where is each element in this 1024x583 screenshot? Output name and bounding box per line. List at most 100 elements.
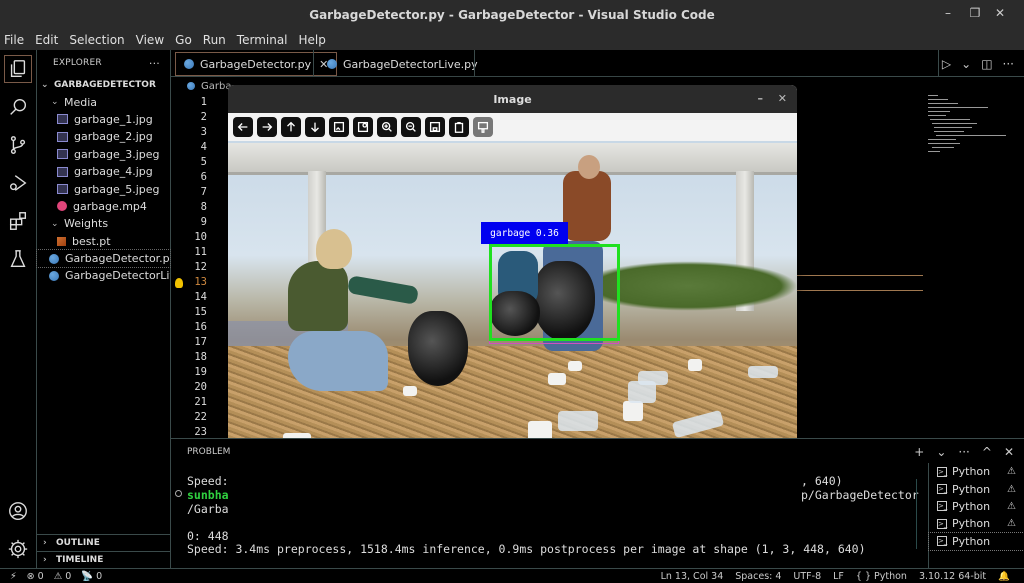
notifications-bell-icon[interactable]: 🔔 <box>998 571 1010 582</box>
folder-weights[interactable]: ⌄ Weights <box>37 215 170 232</box>
split-editor-icon[interactable]: ◫ <box>981 57 992 71</box>
indentation[interactable]: Spaces: 4 <box>735 571 781 582</box>
terminal-tab-python[interactable]: >_ Python ⚠ <box>929 463 1024 480</box>
menu-terminal[interactable]: Terminal <box>237 33 288 47</box>
file-item[interactable]: garbage_5.jpeg <box>37 180 170 197</box>
current-line-highlight <box>797 275 923 276</box>
outline-label: OUTLINE <box>56 538 100 548</box>
tab-label: GarbageDetectorLive.py <box>343 57 478 71</box>
ports-count[interactable]: 📡 0 <box>81 571 102 582</box>
line-number: 5 <box>200 156 207 168</box>
settings-gear-icon[interactable] <box>4 535 32 563</box>
zoom-in-icon[interactable] <box>377 117 397 137</box>
menu-view[interactable]: View <box>136 33 164 47</box>
run-menu-chevron-icon[interactable]: ⌄ <box>961 57 971 71</box>
run-debug-icon[interactable] <box>4 169 32 197</box>
folder-media[interactable]: ⌄ Media <box>37 93 170 110</box>
maximize-panel-icon[interactable]: ^ <box>982 445 992 459</box>
testing-icon[interactable] <box>4 245 32 273</box>
terminal-line: Speed: 3.4ms preprocess, 1518.4ms infere… <box>187 542 866 556</box>
breadcrumb-file[interactable]: Garba <box>201 81 231 92</box>
language-mode[interactable]: { } Python <box>856 571 907 582</box>
menu-file[interactable]: File <box>4 33 24 47</box>
zoom-out-icon[interactable] <box>401 117 421 137</box>
menu-edit[interactable]: Edit <box>35 33 58 47</box>
tab-label: GarbageDetector.py <box>200 57 312 71</box>
status-bar: ⚡ ⊗ 0 ⚠ 0 📡 0 Ln 13, Col 34 Spaces: 4 UT… <box>0 568 1024 583</box>
editor-tab-bar: GarbageDetector.py ✕ GarbageDetectorLive… <box>171 50 1024 77</box>
menu-run[interactable]: Run <box>203 33 226 47</box>
minimap[interactable] <box>928 95 1008 185</box>
more-actions-icon[interactable]: ··· <box>1003 57 1014 71</box>
search-icon[interactable] <box>4 93 32 121</box>
timeline-section[interactable]: › TIMELINE <box>37 551 171 568</box>
maximize-button[interactable]: ❐ <box>965 6 985 20</box>
menu-go[interactable]: Go <box>175 33 192 47</box>
file-item[interactable]: GarbageDetectorLiv... <box>37 267 170 284</box>
warnings-count[interactable]: ⚠ 0 <box>54 571 72 582</box>
menu-help[interactable]: Help <box>299 33 326 47</box>
terminal-tab-python[interactable]: >_ Python ⚠ <box>929 498 1024 515</box>
terminal-tab-python[interactable]: >_ Python ⚠ <box>929 480 1024 497</box>
terminal-scrollbar[interactable] <box>916 479 919 549</box>
workspace-root[interactable]: ⌄ GARBAGEDETECTOR <box>37 76 170 93</box>
end-of-line[interactable]: LF <box>833 571 844 582</box>
image-window-minimize-button[interactable]: – <box>758 92 764 105</box>
close-panel-icon[interactable]: ✕ <box>1004 445 1014 459</box>
account-icon[interactable] <box>4 497 32 525</box>
photo-person-front-jeans <box>288 331 388 391</box>
lightbulb-icon[interactable] <box>175 278 183 288</box>
panel-actions: + ⌄ ··· ^ ✕ <box>914 445 1014 459</box>
file-item[interactable]: garbage_2.jpg <box>37 128 170 145</box>
pan-up-icon[interactable] <box>281 117 301 137</box>
minimize-button[interactable]: – <box>938 6 958 20</box>
explorer-icon[interactable] <box>4 55 32 83</box>
file-item[interactable]: garbage_1.jpg <box>37 111 170 128</box>
explorer-more-button[interactable]: ··· <box>149 57 160 70</box>
copy-clipboard-icon[interactable] <box>449 117 469 137</box>
image-toolbar <box>228 113 797 141</box>
terminal-label: Python <box>952 465 991 479</box>
zoom-fit-icon[interactable] <box>329 117 349 137</box>
terminal-tab-python-active[interactable]: >_ Python <box>928 531 1024 551</box>
menu-selection[interactable]: Selection <box>69 33 124 47</box>
outline-section[interactable]: › OUTLINE <box>37 534 171 551</box>
new-terminal-icon[interactable]: + <box>914 445 924 459</box>
extensions-icon[interactable] <box>4 207 32 235</box>
run-icon[interactable]: ▷ <box>942 57 951 71</box>
line-number: 17 <box>194 336 207 348</box>
tab-problems[interactable]: PROBLEM <box>187 447 230 457</box>
folder-label: Media <box>64 95 98 109</box>
terminal-tab-python[interactable]: >_ Python ⚠ <box>929 515 1024 532</box>
python-interpreter[interactable]: 3.10.12 64-bit <box>919 571 986 582</box>
save-icon[interactable] <box>425 117 445 137</box>
pan-right-icon[interactable] <box>257 117 277 137</box>
properties-icon[interactable] <box>473 117 493 137</box>
line-number: 22 <box>194 411 207 423</box>
source-control-icon[interactable] <box>4 131 32 159</box>
pan-down-icon[interactable] <box>305 117 325 137</box>
pan-left-icon[interactable] <box>233 117 253 137</box>
image-window-titlebar[interactable]: Image – ✕ <box>228 85 797 113</box>
terminal-label: Python <box>952 517 991 531</box>
panel-more-icon[interactable]: ··· <box>958 445 969 459</box>
photo-person-front-head <box>316 229 352 269</box>
image-window-close-button[interactable]: ✕ <box>778 92 787 105</box>
line-number: 6 <box>200 171 207 183</box>
file-item[interactable]: garbage_3.jpeg <box>37 146 170 163</box>
folder-label: Weights <box>64 217 109 231</box>
zoom-actual-icon[interactable] <box>353 117 373 137</box>
tab-garbagedetectorlive[interactable]: GarbageDetectorLive.py <box>319 52 486 76</box>
file-item[interactable]: garbage.mp4 <box>37 198 170 215</box>
remote-indicator-icon[interactable]: ⚡ <box>10 571 17 582</box>
file-item-selected[interactable]: GarbageDetector.py <box>36 248 171 269</box>
cursor-position[interactable]: Ln 13, Col 34 <box>661 571 724 582</box>
file-item[interactable]: garbage_4.jpg <box>37 163 170 180</box>
file-item[interactable]: best.pt <box>37 233 170 250</box>
terminal-profile-chevron-icon[interactable]: ⌄ <box>936 445 946 459</box>
close-window-button[interactable]: ✕ <box>990 6 1010 20</box>
file-encoding[interactable]: UTF-8 <box>793 571 821 582</box>
chevron-right-icon: › <box>43 555 47 565</box>
image-window-title: Image <box>493 92 532 106</box>
errors-count[interactable]: ⊗ 0 <box>27 571 44 582</box>
